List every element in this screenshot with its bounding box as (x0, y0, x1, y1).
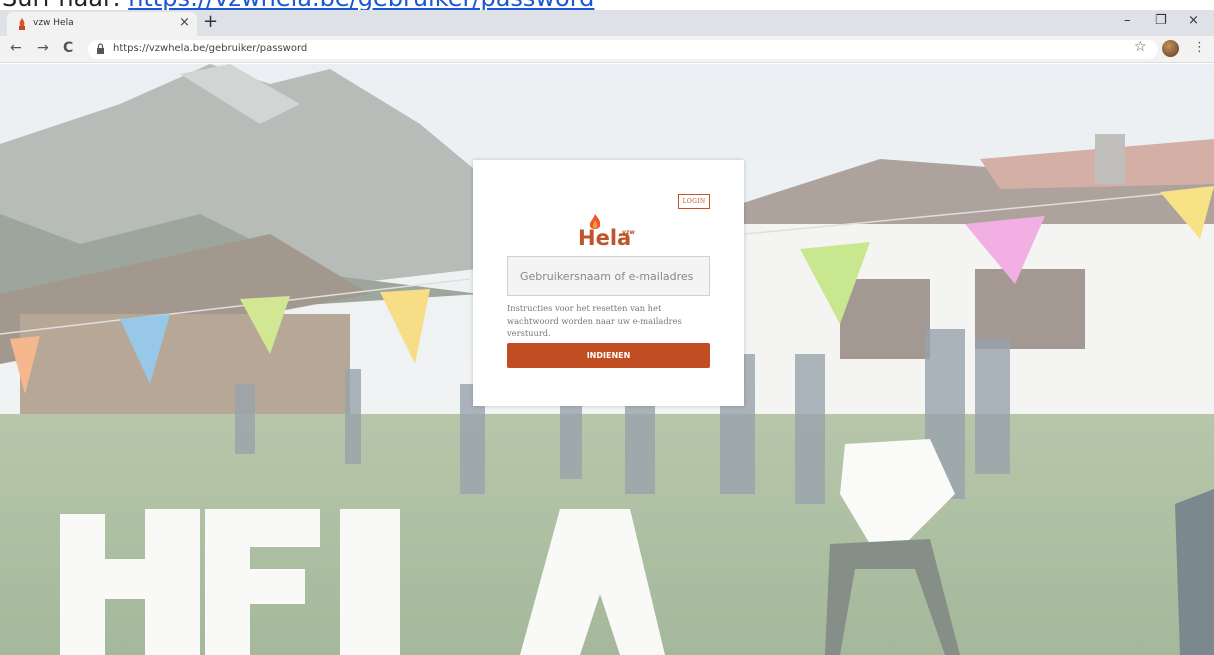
address-bar[interactable]: https://vzwhela.be/gebruiker/password (88, 40, 1158, 59)
profile-avatar[interactable] (1162, 40, 1179, 57)
bookmark-star-icon[interactable]: ☆ (1134, 39, 1147, 55)
browser-tab-bar: vzw Hela × + – ❐ × (0, 10, 1214, 36)
document-header-strip: Surf naar: https://vzwhela.be/gebruiker/… (0, 0, 1214, 10)
password-reset-card: LOGIN Hela vzw Instructies voor het rese… (473, 160, 744, 406)
tab-title: vzw Hela (33, 18, 74, 28)
url-text: https://vzwhela.be/gebruiker/password (113, 43, 308, 54)
new-tab-button[interactable]: + (203, 12, 218, 32)
username-email-input[interactable] (507, 256, 710, 296)
reload-icon[interactable]: C (63, 40, 73, 56)
tab-close-icon[interactable]: × (179, 15, 190, 30)
submit-button[interactable]: INDIENEN (507, 343, 710, 368)
back-icon[interactable]: ← (10, 40, 22, 56)
browser-tab[interactable]: vzw Hela × (7, 12, 197, 36)
doc-prefix: Surf naar: (2, 0, 121, 10)
hela-logo: Hela vzw (578, 214, 638, 258)
forward-icon[interactable]: → (37, 40, 49, 56)
login-button[interactable]: LOGIN (678, 194, 710, 209)
menu-icon[interactable]: ⋮ (1193, 40, 1206, 55)
restore-icon[interactable]: ❐ (1155, 13, 1167, 28)
browser-toolbar: ← → C https://vzwhela.be/gebruiker/passw… (0, 36, 1214, 63)
lock-icon (97, 43, 104, 54)
window-close-icon[interactable]: × (1188, 13, 1199, 28)
doc-link[interactable]: https://vzwhela.be/gebruiker/password (128, 0, 594, 10)
minimize-icon[interactable]: – (1124, 13, 1131, 28)
reset-instructions: Instructies voor het resetten van het wa… (507, 303, 682, 338)
hela-favicon-icon (19, 18, 25, 30)
logo-vzw: vzw (622, 229, 635, 236)
